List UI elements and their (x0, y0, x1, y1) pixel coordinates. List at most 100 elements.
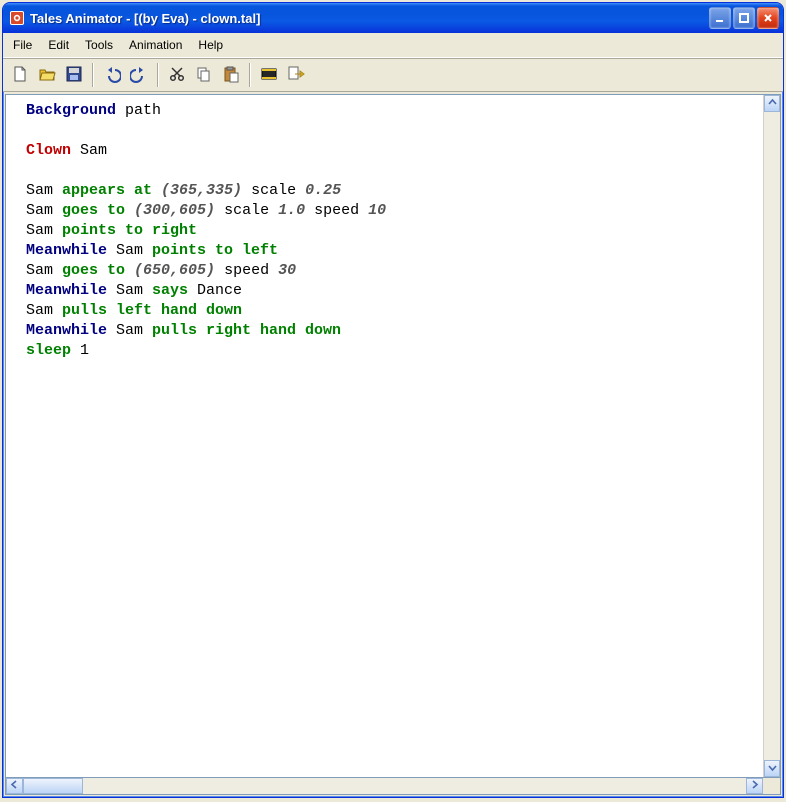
code-line: Sam appears at (365,335) scale 0.25 (26, 181, 759, 201)
code-token: speed (305, 202, 368, 219)
scroll-left-button[interactable] (6, 778, 23, 794)
code-token (125, 202, 134, 219)
scroll-corner (763, 778, 780, 794)
export-button[interactable] (283, 62, 309, 88)
code-token: speed (215, 262, 278, 279)
code-token: (300,605) (134, 202, 215, 219)
menu-file[interactable]: File (5, 35, 40, 55)
code-line: Sam points to right (26, 221, 759, 241)
open-button[interactable] (34, 62, 60, 88)
code-token: (365,335) (161, 182, 242, 199)
code-token: 30 (278, 262, 296, 279)
copy-button[interactable] (191, 62, 217, 88)
undo-icon (103, 65, 121, 86)
horizontal-scrollbar[interactable] (5, 778, 781, 795)
code-line: Meanwhile Sam pulls right hand down (26, 321, 759, 341)
code-token (152, 182, 161, 199)
code-line: Meanwhile Sam says Dance (26, 281, 759, 301)
open-folder-icon (38, 65, 56, 86)
scroll-thumb[interactable] (23, 778, 83, 794)
code-token: 0.25 (305, 182, 341, 199)
redo-icon (130, 65, 148, 86)
new-file-icon (11, 65, 29, 86)
paste-button[interactable] (218, 62, 244, 88)
code-token: Clown (26, 142, 71, 159)
cut-scissors-icon (168, 65, 186, 86)
code-token: Sam (71, 142, 107, 159)
code-line: Clown Sam (26, 141, 759, 161)
code-token: pulls right hand down (152, 322, 341, 339)
code-token: scale (215, 202, 278, 219)
window-frame: Tales Animator - [(by Eva) - clown.tal] … (2, 2, 784, 798)
titlebar[interactable]: Tales Animator - [(by Eva) - clown.tal] (3, 3, 783, 33)
chevron-left-icon (10, 780, 19, 792)
code-line: Background path (26, 101, 759, 121)
toolbar-separator (92, 63, 94, 87)
menu-tools[interactable]: Tools (77, 35, 121, 55)
save-button[interactable] (61, 62, 87, 88)
code-token: Dance (188, 282, 242, 299)
code-token: Sam (26, 202, 62, 219)
code-token: sleep (26, 342, 71, 359)
cut-button[interactable] (164, 62, 190, 88)
code-line: Meanwhile Sam points to left (26, 241, 759, 261)
scroll-down-button[interactable] (764, 760, 780, 777)
undo-button[interactable] (99, 62, 125, 88)
editor-frame: Background path Clown Sam Sam appears at… (5, 94, 781, 778)
menu-help[interactable]: Help (190, 35, 231, 55)
code-token: Meanwhile (26, 322, 107, 339)
app-icon (9, 10, 25, 26)
copy-icon (195, 65, 213, 86)
code-token: 10 (368, 202, 386, 219)
code-token: points to right (62, 222, 197, 239)
code-token: Sam (107, 242, 152, 259)
code-line: sleep 1 (26, 341, 759, 361)
code-token: Sam (26, 302, 62, 319)
code-token: Background (26, 102, 116, 119)
menubar: File Edit Tools Animation Help (3, 33, 783, 58)
animate-button[interactable] (256, 62, 282, 88)
toolbar (3, 58, 783, 92)
redo-button[interactable] (126, 62, 152, 88)
scroll-track[interactable] (764, 112, 780, 760)
menu-edit[interactable]: Edit (40, 35, 77, 55)
code-editor[interactable]: Background path Clown Sam Sam appears at… (6, 95, 763, 777)
code-line: Sam goes to (300,605) scale 1.0 speed 10 (26, 201, 759, 221)
code-token: goes to (62, 202, 125, 219)
code-line: Sam goes to (650,605) speed 30 (26, 261, 759, 281)
export-icon (287, 65, 305, 86)
save-disk-icon (65, 65, 83, 86)
menu-animation[interactable]: Animation (121, 35, 190, 55)
code-token: pulls left hand down (62, 302, 242, 319)
chevron-up-icon (768, 98, 777, 110)
code-token: (650,605) (134, 262, 215, 279)
scroll-right-button[interactable] (746, 778, 763, 794)
toolbar-separator (157, 63, 159, 87)
chevron-right-icon (750, 780, 759, 792)
code-token: points to left (152, 242, 278, 259)
animate-icon (260, 65, 278, 86)
minimize-button[interactable] (709, 7, 731, 29)
code-token: path (116, 102, 161, 119)
paste-icon (222, 65, 240, 86)
code-token: appears at (62, 182, 152, 199)
close-button[interactable] (757, 7, 779, 29)
code-token: Meanwhile (26, 242, 107, 259)
code-token: says (152, 282, 188, 299)
code-token: Sam (26, 262, 62, 279)
maximize-button[interactable] (733, 7, 755, 29)
code-token (125, 262, 134, 279)
code-token: Meanwhile (26, 282, 107, 299)
scroll-up-button[interactable] (764, 95, 780, 112)
toolbar-separator (249, 63, 251, 87)
code-token: 1.0 (278, 202, 305, 219)
vertical-scrollbar[interactable] (763, 95, 780, 777)
code-token: Sam (107, 282, 152, 299)
code-token: Sam (26, 222, 62, 239)
code-token: 1 (71, 342, 89, 359)
code-token: goes to (62, 262, 125, 279)
new-button[interactable] (7, 62, 33, 88)
scroll-track[interactable] (83, 778, 746, 794)
code-token: Sam (26, 182, 62, 199)
caption-buttons (709, 7, 779, 29)
